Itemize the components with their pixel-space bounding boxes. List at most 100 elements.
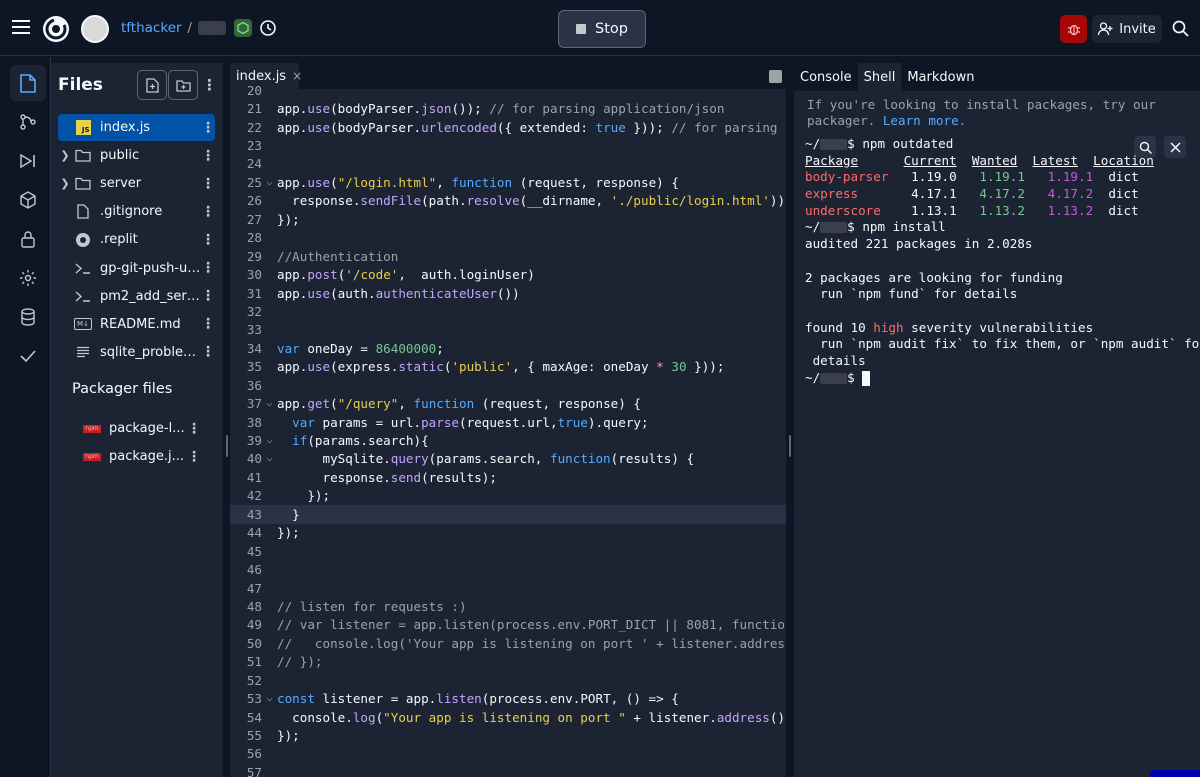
rail-settings[interactable] xyxy=(10,260,46,296)
invite-button[interactable]: Invite xyxy=(1092,15,1162,43)
file-tree-item[interactable]: .replit ⋮ xyxy=(58,226,215,253)
chevron-right-icon[interactable]: ❯ xyxy=(58,149,72,162)
code-line[interactable]: 29 //Authentication xyxy=(230,247,786,265)
file-tree-item[interactable]: ❯ public ⋮ xyxy=(58,142,215,169)
more-options-icon[interactable]: ⋮ xyxy=(201,204,215,220)
learn-more-link[interactable]: Learn more. xyxy=(883,113,966,128)
code-lines[interactable]: 20 21 app.use(bodyParser.json()); // for p… xyxy=(230,81,786,777)
rail-secrets[interactable] xyxy=(10,221,46,257)
code-line[interactable]: 45 xyxy=(230,542,786,560)
fold-chevron-icon[interactable]: ⌵ xyxy=(262,177,277,188)
more-options-icon[interactable]: ⋮ xyxy=(187,421,201,437)
avatar[interactable] xyxy=(81,15,109,43)
code-line[interactable]: 53 ⌵ const listener = app.listen(process.e… xyxy=(230,689,786,707)
new-file-button[interactable] xyxy=(137,70,167,100)
packager-file-item[interactable]: npm package.j... ⋮ xyxy=(81,443,201,470)
more-options-icon[interactable]: ⋮ xyxy=(201,316,215,332)
code-line[interactable]: 35 app.use(express.static('public', { max… xyxy=(230,358,786,376)
code-line[interactable]: 54 console.log("Your app is listening on… xyxy=(230,708,786,726)
code-line[interactable]: 38 var params = url.parse(request.url,tr… xyxy=(230,413,786,431)
more-options-icon[interactable]: ⋮ xyxy=(201,232,215,248)
rail-unit-tests[interactable] xyxy=(10,338,46,374)
code-line[interactable]: 32 xyxy=(230,302,786,320)
file-tree-item[interactable]: M↓ README.md ⋮ xyxy=(58,311,215,338)
file-tree-item[interactable]: pm2_add_serv... ⋮ xyxy=(58,283,215,310)
chevron-right-icon[interactable]: ❯ xyxy=(58,177,72,190)
code-line[interactable]: 46 xyxy=(230,560,786,578)
code-line[interactable]: 49 // var listener = app.listen(process.e… xyxy=(230,616,786,634)
pane-resize-handle-right[interactable] xyxy=(789,435,791,457)
code-line[interactable]: 42 }); xyxy=(230,487,786,505)
rail-git[interactable] xyxy=(10,104,46,140)
code-line[interactable]: 37 ⌵ app.get("/query", function (request, … xyxy=(230,394,786,412)
history-icon[interactable] xyxy=(259,19,277,37)
code-line[interactable]: 55}); xyxy=(230,726,786,744)
tab-markdown[interactable]: Markdown xyxy=(901,63,980,91)
code-line[interactable]: 47 xyxy=(230,579,786,597)
code-line[interactable]: 23 xyxy=(230,136,786,154)
shell-terminal[interactable]: ~/$ npm outdated Package Current Wanted … xyxy=(805,136,1200,386)
more-options-icon[interactable]: ⋮ xyxy=(201,176,215,192)
line-number: 31 xyxy=(246,285,262,301)
file-tree-item[interactable]: sqlite_problem... ⋮ xyxy=(58,339,215,366)
more-options-icon[interactable]: ⋮ xyxy=(201,120,215,136)
code-line[interactable]: 40 ⌵ mySqlite.query(params.search, functi… xyxy=(230,450,786,468)
fold-chevron-icon[interactable]: ⌵ xyxy=(262,693,277,704)
debugger-button[interactable] xyxy=(1060,15,1087,43)
code-line[interactable]: 24 xyxy=(230,155,786,173)
code-line[interactable]: 22 app.use(bodyParser.urlencoded({ extend… xyxy=(230,118,786,136)
code-line[interactable]: 28 xyxy=(230,229,786,247)
search-icon[interactable] xyxy=(1172,20,1189,37)
file-icon xyxy=(20,73,36,93)
rail-packages[interactable] xyxy=(10,182,46,218)
more-options-icon[interactable]: ⋮ xyxy=(201,288,215,304)
code-line[interactable]: 52 xyxy=(230,671,786,689)
fold-chevron-icon[interactable]: ⌵ xyxy=(262,453,277,464)
code-line[interactable]: 41 response.send(results); xyxy=(230,468,786,486)
more-options-icon[interactable]: ⋮ xyxy=(187,449,201,465)
username-link[interactable]: tfthacker xyxy=(121,20,182,36)
rail-database[interactable] xyxy=(10,299,46,335)
code-line[interactable]: 30 app.post('/code', auth.loginUser) xyxy=(230,265,786,283)
fold-chevron-icon[interactable]: ⌵ xyxy=(262,435,277,446)
code-line[interactable]: 26 response.sendFile(path.resolve(__dirn… xyxy=(230,192,786,210)
code-line[interactable]: 39 ⌵ if(params.search){ xyxy=(230,431,786,449)
file-tree-item[interactable]: ❯ server ⋮ xyxy=(58,170,215,197)
menu-icon[interactable] xyxy=(12,19,30,35)
code-line[interactable]: 21 app.use(bodyParser.json()); // for par… xyxy=(230,99,786,117)
pane-resize-handle[interactable] xyxy=(226,435,228,457)
code-line[interactable]: 36 xyxy=(230,376,786,394)
file-tree-item[interactable]: JS index.js ⋮ xyxy=(58,114,215,141)
rail-debugger[interactable] xyxy=(10,143,46,179)
files-menu-icon[interactable]: ⋮ xyxy=(202,76,217,94)
code-line[interactable]: 25 ⌵ app.use("/login.html", function (requ… xyxy=(230,173,786,191)
rail-files[interactable] xyxy=(10,65,46,101)
code-line[interactable]: 34 var oneDay = 86400000; xyxy=(230,339,786,357)
more-options-icon[interactable]: ⋮ xyxy=(201,148,215,164)
code-line[interactable]: 27}); xyxy=(230,210,786,228)
code-line[interactable]: 31 app.use(auth.authenticateUser()) xyxy=(230,284,786,302)
code-line[interactable]: 43 } xyxy=(230,505,786,524)
file-tree-item[interactable]: gp-git-push-up... ⋮ xyxy=(58,255,215,282)
stop-button[interactable]: Stop xyxy=(558,10,646,48)
file-tree-item[interactable]: .gitignore ⋮ xyxy=(58,198,215,225)
tab-shell[interactable]: Shell xyxy=(857,63,902,91)
packager-file-item[interactable]: npm package-l... ⋮ xyxy=(81,415,201,442)
new-folder-button[interactable] xyxy=(168,70,198,100)
code-line[interactable]: 20 xyxy=(230,81,786,99)
code-line[interactable]: 44}); xyxy=(230,524,786,542)
tab-console[interactable]: Console xyxy=(794,63,858,91)
fold-chevron-icon[interactable]: ⌵ xyxy=(262,398,277,409)
code-line[interactable]: 50 // console.log('Your app is listening … xyxy=(230,634,786,652)
replit-logo-icon[interactable] xyxy=(42,15,70,43)
repl-name-redacted[interactable] xyxy=(197,21,226,35)
code-line[interactable]: 56 xyxy=(230,745,786,763)
code-editor[interactable]: index.js × 20 21 app.use(bodyParser.json()… xyxy=(230,63,786,777)
code-line[interactable]: 57 xyxy=(230,763,786,777)
code-line[interactable]: 33 xyxy=(230,321,786,339)
more-options-icon[interactable]: ⋮ xyxy=(201,260,215,276)
line-number: 32 xyxy=(246,303,262,319)
code-line[interactable]: 48 // listen for requests :) xyxy=(230,597,786,615)
more-options-icon[interactable]: ⋮ xyxy=(201,344,215,360)
code-line[interactable]: 51 // }); xyxy=(230,653,786,671)
